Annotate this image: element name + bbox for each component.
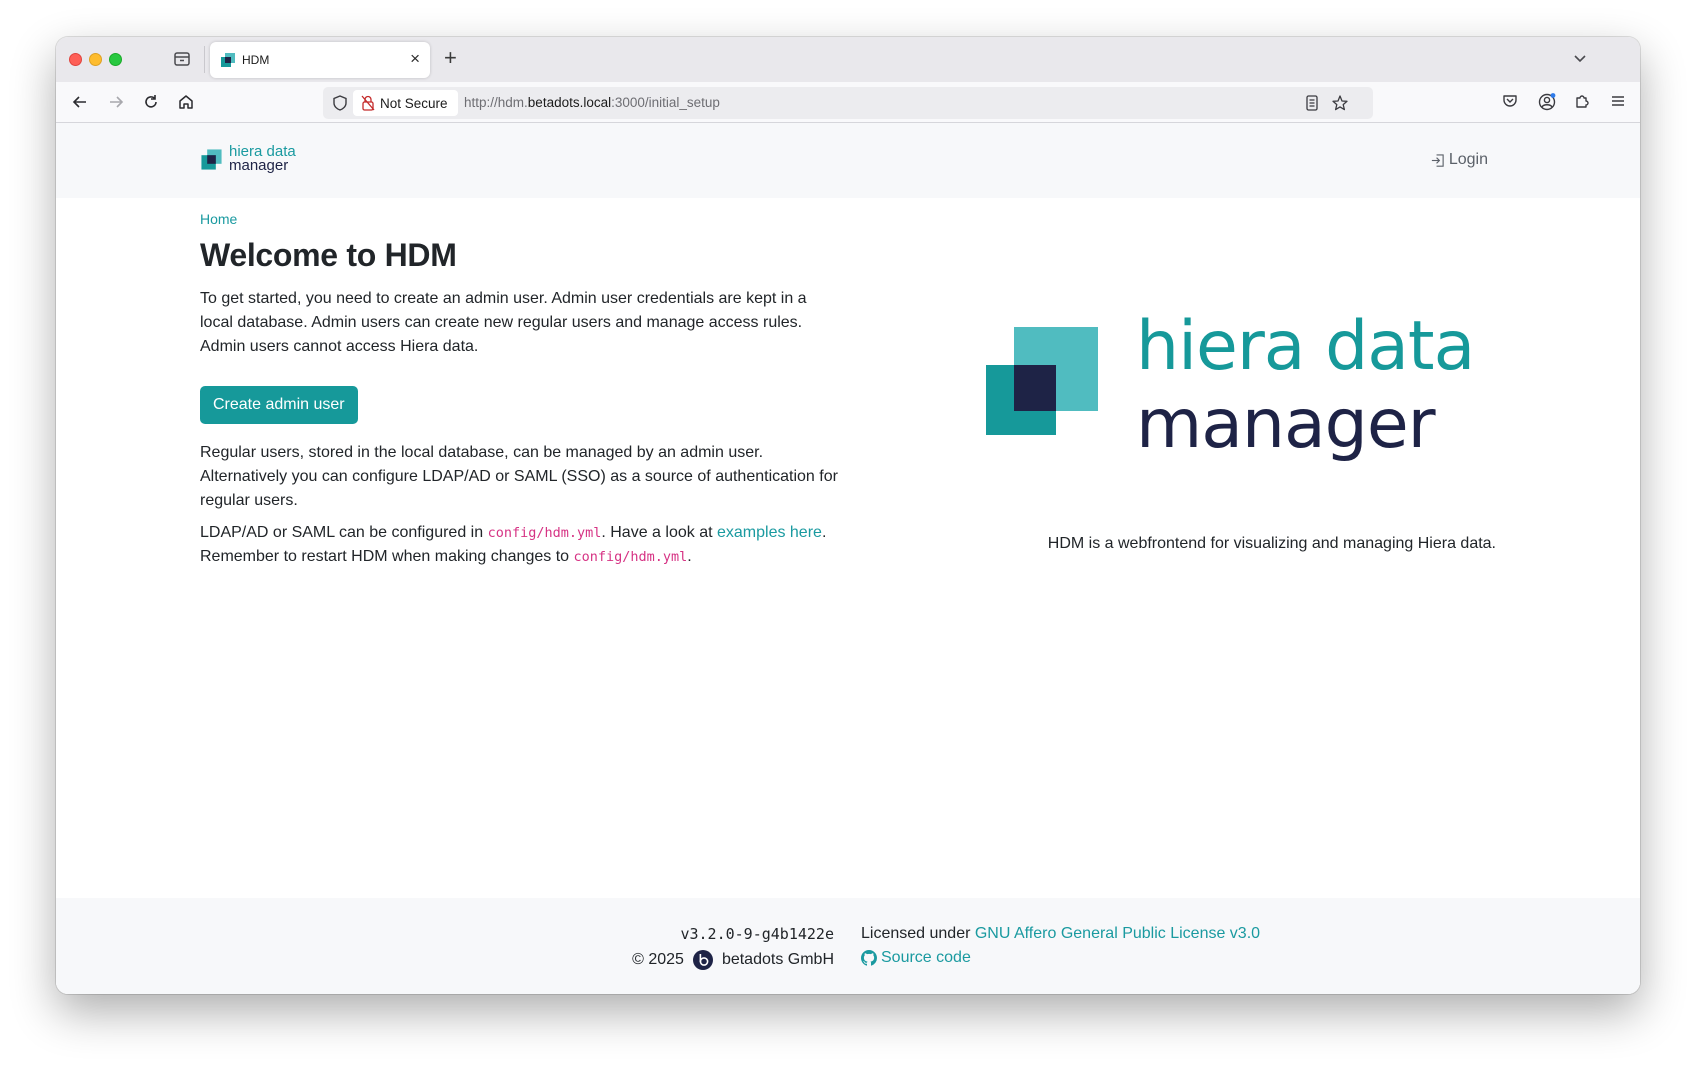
tab-list-chevron-icon[interactable]: [1572, 50, 1588, 71]
login-label: Login: [1448, 151, 1488, 168]
brand-line2: manager: [229, 157, 289, 174]
license-prefix: Licensed under: [861, 925, 975, 942]
reader-view-icon[interactable]: [1303, 94, 1321, 112]
url-text[interactable]: http://hdm.betadots.local:3000/initial_s…: [464, 95, 720, 110]
brand-wordmark: hiera data manager: [229, 144, 296, 174]
web-page: hiera data manager Login Home Welcome to…: [56, 123, 1640, 994]
source-code-link[interactable]: Source code: [861, 949, 971, 967]
back-arrow-icon[interactable]: [69, 91, 91, 113]
tab-strip: HDM × +: [56, 37, 1640, 82]
ldap-config-paragraph: LDAP/AD or SAML can be configured in con…: [200, 521, 840, 569]
ldap-text-1: LDAP/AD or SAML can be configured in: [200, 524, 488, 541]
url-prefix: http://hdm.: [464, 95, 528, 110]
ldap-text-4: .: [687, 548, 692, 565]
config-file-code-2: config/hdm.yml: [573, 549, 688, 565]
tracking-shield-icon[interactable]: [331, 94, 349, 112]
login-link[interactable]: Login: [1430, 151, 1488, 169]
url-suffix: :3000/initial_setup: [611, 95, 720, 110]
minimize-window-button[interactable]: [89, 53, 102, 66]
breadcrumb-home[interactable]: Home: [200, 211, 237, 227]
company-name: betadots GmbH: [721, 951, 834, 968]
hdm-tagline: HDM is a webfrontend for visualizing and…: [1047, 535, 1496, 552]
security-badge[interactable]: Not Secure: [353, 90, 458, 116]
new-tab-button[interactable]: +: [444, 45, 457, 71]
github-icon: [861, 950, 877, 966]
page-title: Welcome to HDM: [200, 237, 457, 273]
copyright-line: © 2025 betadots GmbH: [632, 949, 834, 971]
license-line: Licensed under GNU Affero General Public…: [861, 925, 1260, 943]
login-icon: [1431, 153, 1444, 167]
copyright-year: © 2025: [632, 951, 684, 968]
navigation-bar: Not Secure http://hdm.betadots.local:300…: [56, 82, 1640, 123]
license-link[interactable]: GNU Affero General Public License v3.0: [975, 925, 1260, 942]
account-icon[interactable]: [1537, 92, 1557, 112]
forward-arrow-icon[interactable]: [105, 91, 127, 113]
logo-line2-text: manager: [1136, 385, 1436, 464]
logo-square-overlap: [1014, 365, 1056, 411]
logo-line1-text: hiera data: [1136, 307, 1474, 386]
reload-icon[interactable]: [140, 91, 162, 113]
address-bar[interactable]: Not Secure http://hdm.betadots.local:300…: [323, 87, 1373, 119]
examples-link[interactable]: examples here: [717, 524, 822, 541]
tab-hdm[interactable]: HDM ×: [210, 42, 430, 78]
browser-window: HDM × + Not Secure http://hdm.betadots.l…: [56, 37, 1640, 994]
betadots-logo-icon: [692, 950, 713, 970]
intro-paragraph: To get started, you need to create an ad…: [200, 290, 807, 355]
maximize-window-button[interactable]: [109, 53, 122, 66]
hdm-favicon-icon: [221, 53, 235, 67]
pocket-icon[interactable]: [1501, 92, 1519, 110]
url-host: betadots.local: [527, 95, 612, 110]
home-icon[interactable]: [175, 91, 197, 113]
close-window-button[interactable]: [69, 53, 82, 66]
tab-title: HDM: [242, 53, 270, 67]
create-admin-user-button[interactable]: Create admin user: [200, 386, 358, 424]
extensions-puzzle-icon[interactable]: [1573, 92, 1591, 110]
tab-close-icon[interactable]: ×: [410, 49, 420, 69]
insecure-lock-icon: [361, 95, 375, 111]
regular-users-paragraph: Regular users, stored in the local datab…: [200, 444, 838, 509]
tab-overview-icon[interactable]: [171, 48, 193, 70]
config-file-code: config/hdm.yml: [487, 525, 602, 541]
security-label: Not Secure: [380, 95, 448, 111]
ldap-text-2: . Have a look at: [601, 524, 717, 541]
version-string: v3.2.0-9-g4b1422e: [680, 925, 834, 943]
tab-separator: [204, 46, 205, 73]
site-footer: v3.2.0-9-g4b1422e © 2025 betadots GmbH L…: [56, 898, 1640, 994]
bookmark-star-icon[interactable]: [1331, 94, 1349, 112]
brand-logo[interactable]: hiera data manager: [200, 144, 296, 174]
hiera-data-manager-logo: hiera data manager: [986, 307, 1475, 464]
hdm-logo-mark-icon: [201, 148, 222, 170]
site-header: hiera data manager Login: [56, 123, 1640, 198]
source-code-label: Source code: [881, 949, 971, 966]
hamburger-menu-icon[interactable]: [1609, 92, 1627, 110]
